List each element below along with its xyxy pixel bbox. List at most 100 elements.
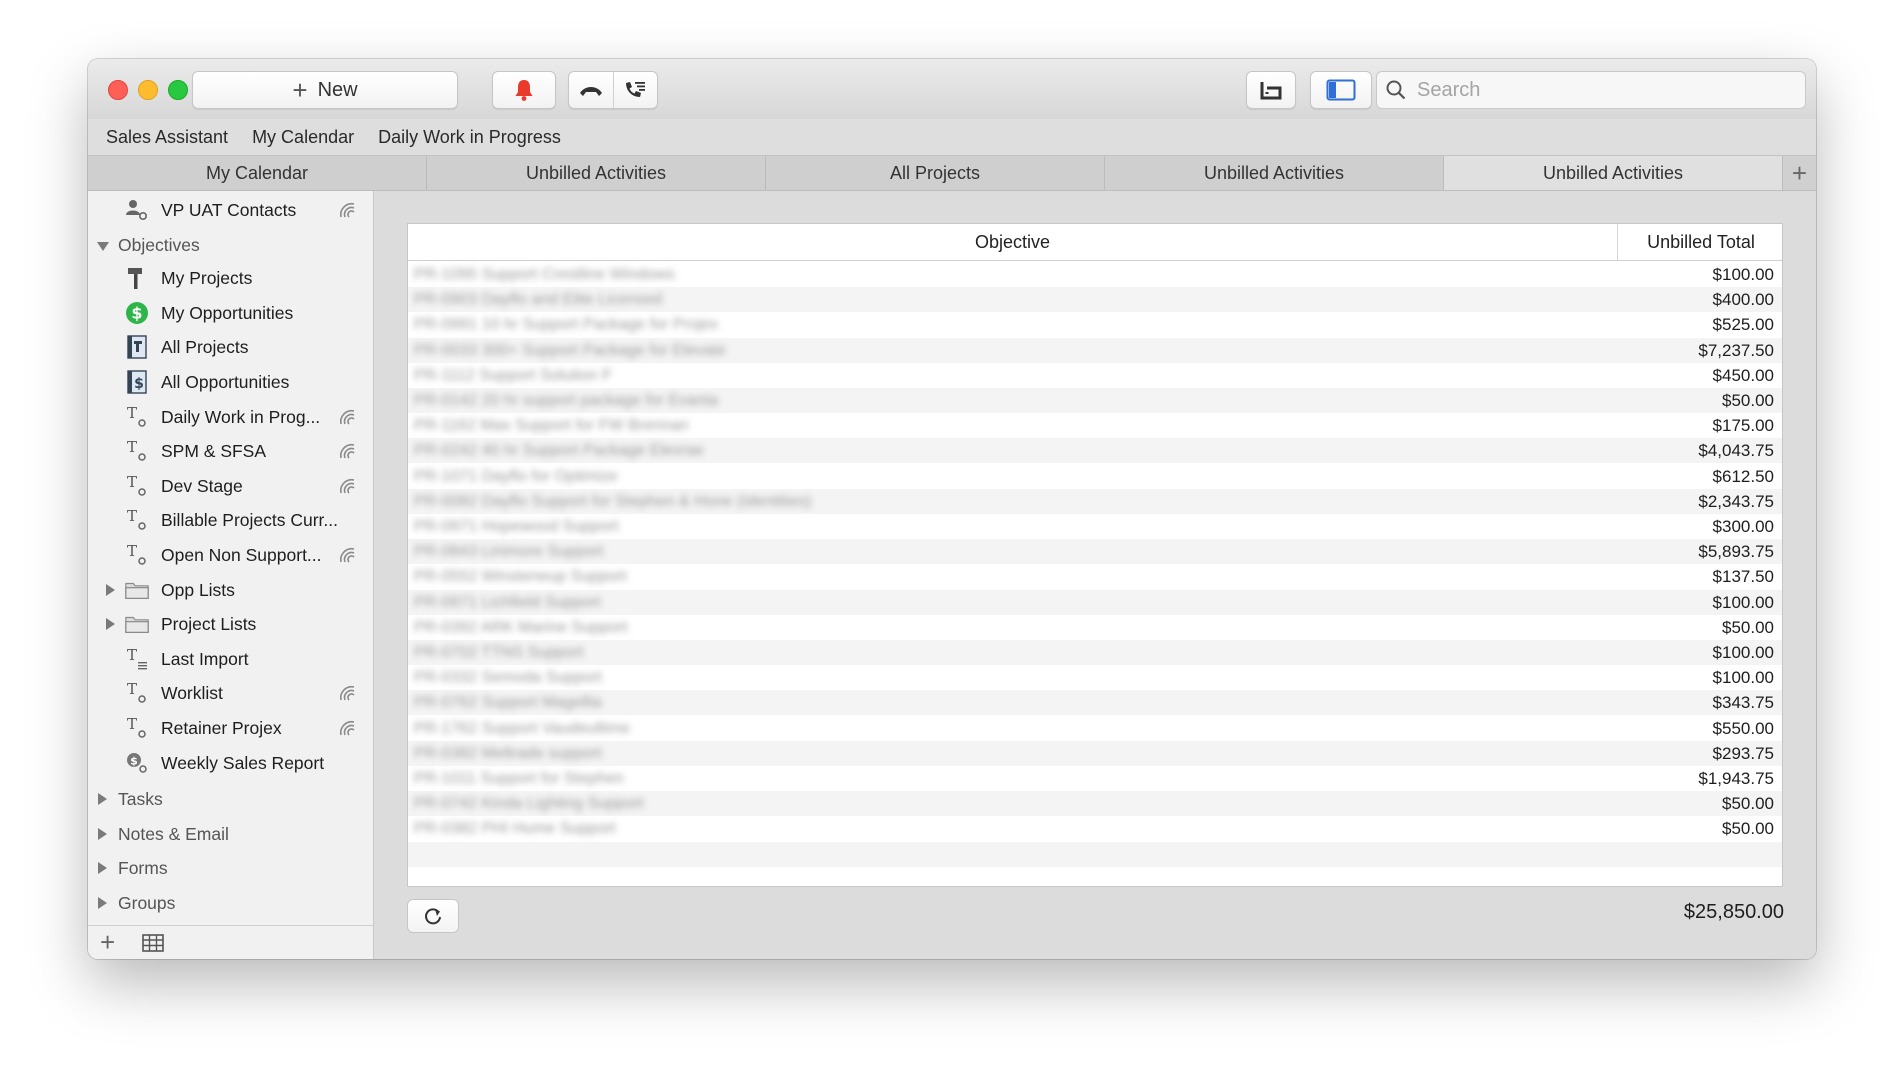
sidebar-section-groups[interactable]: Groups: [88, 886, 373, 920]
disclosure-arrow-icon[interactable]: [98, 793, 107, 806]
table-row[interactable]: PR-0903 Dayflo and Elite Licensed $400.00: [408, 287, 1782, 313]
refresh-button[interactable]: [407, 899, 459, 933]
add-list-button[interactable]: +: [100, 928, 115, 956]
sidebar-item-weekly-sales-report[interactable]: $ Weekly Sales Report: [88, 746, 373, 780]
sidebar-section-objectives[interactable]: Objectives: [88, 228, 373, 262]
objective-cell[interactable]: PR-1095 Support Crestline Windows: [414, 264, 675, 285]
table-row[interactable]: PR-0382 PHI Hume Support $50.00: [408, 816, 1782, 841]
sidebar-item-my-opportunities[interactable]: $ My Opportunities: [88, 296, 373, 330]
sidebar-section-notes-email[interactable]: Notes & Email: [88, 817, 373, 851]
tab-unbilled-activities-3[interactable]: Unbilled Activities: [1444, 156, 1783, 190]
sidebar-item-project-lists[interactable]: Project Lists: [88, 607, 373, 641]
disclosure-arrow-icon[interactable]: [106, 618, 115, 631]
sidebar-item-vp-uat-contacts[interactable]: VP UAT Contacts: [88, 193, 373, 227]
disclosure-arrow-icon[interactable]: [106, 583, 115, 596]
table-row[interactable]: PR-0242 40 hr Support Package Elevrae $4,…: [408, 438, 1782, 464]
table-row[interactable]: PR-0332 Semoda Support $100.00: [408, 665, 1782, 690]
disclosure-arrow-icon[interactable]: [98, 862, 107, 875]
search-field[interactable]: [1376, 71, 1806, 109]
objective-cell[interactable]: PR-0552 Winsteneup Support: [414, 566, 627, 587]
new-button[interactable]: + New: [192, 71, 458, 109]
favorite-sales-assistant[interactable]: Sales Assistant: [106, 127, 228, 148]
column-header-unbilled-total[interactable]: Unbilled Total: [1618, 224, 1782, 260]
table-row[interactable]: [408, 841, 1782, 867]
sidebar-section-tasks[interactable]: Tasks: [88, 782, 373, 816]
objective-cell[interactable]: PR-0762 Support Magellia: [414, 692, 602, 713]
objective-cell[interactable]: PR-1071 Dayflo for Optimize: [414, 466, 618, 487]
tab-unbilled-activities-2[interactable]: Unbilled Activities: [1105, 156, 1444, 190]
disclosure-arrow-icon[interactable]: [97, 241, 109, 251]
sidebar-item-my-projects[interactable]: My Projects: [88, 261, 373, 295]
favorite-my-calendar[interactable]: My Calendar: [252, 127, 354, 148]
objective-cell[interactable]: PR-0742 Kinda Lighting Support: [414, 793, 644, 814]
objective-cell[interactable]: PR-0991 10 hr Support Package for Projex: [414, 314, 718, 335]
objective-cell[interactable]: PR-0033 300+ Support Package for Elevate: [414, 340, 726, 361]
zoom-window-button[interactable]: [168, 80, 188, 100]
table-row[interactable]: PR-1162 Max Support for FW Brennan $175.0…: [408, 413, 1782, 438]
tab-unbilled-activities-1[interactable]: Unbilled Activities: [427, 156, 766, 190]
table-row[interactable]: PR-1095 Support Crestline Windows $100.00: [408, 262, 1782, 287]
objective-cell[interactable]: PR-0971 Hopewood Support: [414, 516, 619, 537]
table-row[interactable]: PR-0702 TTNS Support $100.00: [408, 640, 1782, 665]
sidebar-item-spm-sfsa[interactable]: T SPM & SFSA: [88, 434, 373, 468]
objective-cell[interactable]: PR-0242 40 hr Support Package Elevrae: [414, 440, 704, 461]
table-row[interactable]: PR-0843 Linimore Support $5,893.75: [408, 539, 1782, 565]
objective-cell[interactable]: PR-0332 Semoda Support: [414, 667, 602, 688]
objective-cell[interactable]: PR-0971 Lichfield Support: [414, 592, 601, 613]
search-input[interactable]: [1415, 77, 1779, 103]
table-row[interactable]: PR-0971 Lichfield Support $100.00: [408, 589, 1782, 615]
sidebar-section-forms[interactable]: Forms: [88, 851, 373, 885]
sidebar-item-last-import[interactable]: T Last Import: [88, 642, 373, 676]
objective-cell[interactable]: PR-1112 Support Solution F: [414, 365, 612, 386]
objective-cell[interactable]: PR-1762 Support Vaudeultime: [414, 718, 630, 739]
tab-my-calendar[interactable]: My Calendar: [88, 156, 427, 190]
table-row[interactable]: PR-0971 Hopewood Support $300.00: [408, 514, 1782, 539]
sidebar-item-dev-stage[interactable]: T Dev Stage: [88, 469, 373, 503]
call-log-button[interactable]: [614, 72, 658, 108]
objective-cell[interactable]: PR-0702 TTNS Support: [414, 642, 584, 663]
table-row[interactable]: PR-0382 Meltrade support $293.75: [408, 740, 1782, 766]
close-window-button[interactable]: [108, 80, 128, 100]
table-row[interactable]: PR-0082 Dayflo Support for Stephen & Hon…: [408, 488, 1782, 514]
objective-cell[interactable]: PR-1162 Max Support for FW Brennan: [414, 415, 689, 436]
favorite-daily-work[interactable]: Daily Work in Progress: [378, 127, 561, 148]
sidebar-item-opp-lists[interactable]: Opp Lists: [88, 573, 373, 607]
table-row[interactable]: PR-0142 20 hr support package for Evanta…: [408, 388, 1782, 413]
table-view-button[interactable]: [142, 934, 164, 957]
hang-up-button[interactable]: [569, 72, 614, 108]
table-row[interactable]: PR-1011 Support for Stephen $1,943.75: [408, 766, 1782, 791]
sidebar-item-worklist[interactable]: T Worklist: [88, 676, 373, 710]
table-row[interactable]: PR-1112 Support Solution F $450.00: [408, 363, 1782, 388]
disclosure-arrow-icon[interactable]: [98, 827, 107, 840]
table-row[interactable]: PR-0742 Kinda Lighting Support $50.00: [408, 791, 1782, 817]
objective-cell[interactable]: PR-0382 PHI Hume Support: [414, 818, 616, 839]
tab-all-projects[interactable]: All Projects: [766, 156, 1105, 190]
sidebar-item-daily-work-in-prog[interactable]: T Daily Work in Prog...: [88, 400, 373, 434]
table-row[interactable]: PR-0033 300+ Support Package for Elevate…: [408, 337, 1782, 363]
objective-cell[interactable]: PR-0903 Dayflo and Elite Licensed: [414, 289, 662, 310]
objective-cell[interactable]: PR-0082 Dayflo Support for Stephen & Hon…: [414, 491, 812, 512]
notifications-button[interactable]: [492, 71, 556, 109]
disclosure-arrow-icon[interactable]: [98, 897, 107, 909]
objective-cell[interactable]: PR-0142 20 hr support package for Evanta: [414, 390, 718, 411]
table-row[interactable]: PR-1071 Dayflo for Optimize $612.50: [408, 464, 1782, 489]
objective-cell[interactable]: PR-0843 Linimore Support: [414, 541, 603, 562]
objective-cell[interactable]: PR-0382 Meltrade support: [414, 743, 602, 764]
sidebar-item-retainer-projex[interactable]: T Retainer Projex: [88, 711, 373, 745]
objective-cell[interactable]: PR-0392 ARK Marine Support: [414, 617, 627, 638]
sidebar-item-open-non-support[interactable]: T Open Non Support...: [88, 538, 373, 572]
table-row[interactable]: PR-0762 Support Magellia $343.75: [408, 690, 1782, 716]
minimize-window-button[interactable]: [138, 80, 158, 100]
table-row[interactable]: PR-1762 Support Vaudeultime $550.00: [408, 716, 1782, 741]
sync-button[interactable]: [1246, 71, 1296, 109]
toggle-sidebar-button[interactable]: [1310, 71, 1372, 109]
sidebar-item-all-projects[interactable]: All Projects: [88, 330, 373, 364]
sidebar-item-all-opportunities[interactable]: $ All Opportunities: [88, 365, 373, 399]
sidebar-item-billable-projects-curr[interactable]: T Billable Projects Curr...: [88, 503, 373, 537]
add-tab-button[interactable]: +: [1783, 156, 1816, 190]
column-header-objective[interactable]: Objective: [408, 224, 1618, 260]
table-row[interactable]: PR-0552 Winsteneup Support $137.50: [408, 564, 1782, 589]
table-row[interactable]: PR-0991 10 hr Support Package for Projex…: [408, 312, 1782, 337]
table-row[interactable]: PR-0392 ARK Marine Support $50.00: [408, 615, 1782, 640]
objective-cell[interactable]: PR-1011 Support for Stephen: [414, 768, 624, 789]
